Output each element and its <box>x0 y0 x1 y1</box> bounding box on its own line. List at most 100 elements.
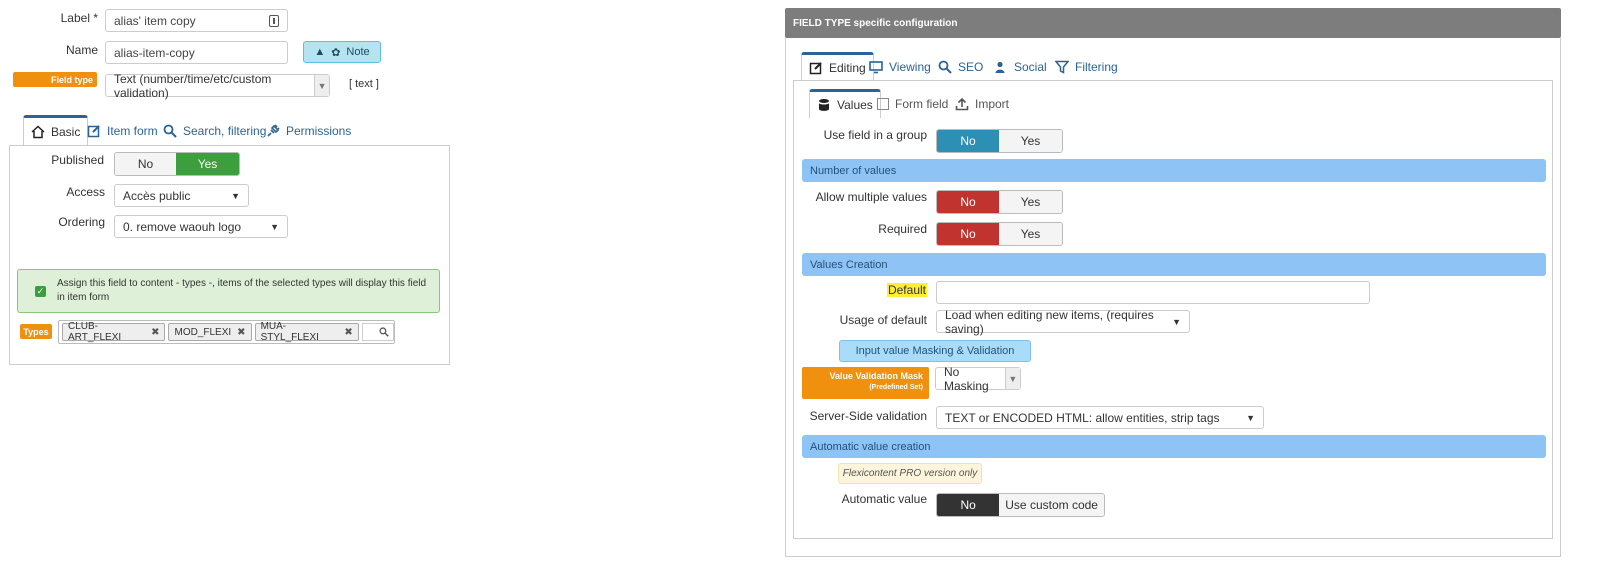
required-label: Required <box>878 222 927 236</box>
chevron-down-icon: ▼ <box>1246 412 1255 423</box>
validation-mask-title: Value Validation Mask <box>829 371 923 381</box>
types-search-box[interactable] <box>361 323 394 341</box>
default-input[interactable] <box>936 281 1370 304</box>
subtab-values[interactable]: Values <box>809 89 881 118</box>
published-toggle[interactable]: No Yes <box>114 152 240 176</box>
default-label-wrap: Default <box>800 283 927 297</box>
published-label: Published <box>51 153 104 167</box>
access-value: Accès public <box>123 188 191 203</box>
chevron-down-icon[interactable]: ▼ <box>314 75 329 96</box>
field-type-select[interactable]: Text (number/time/etc/custom validation)… <box>105 71 330 100</box>
field-type-config-header: FIELD TYPE specific configuration <box>785 8 1561 38</box>
name-input-value: alias-item-copy <box>114 45 195 60</box>
type-chip-label: MUA-STYL_FLEXI <box>260 321 319 343</box>
type-chip-label: CLUB-ART_FLEXI <box>68 321 122 343</box>
use-group-toggle[interactable]: No Yes <box>936 129 1063 153</box>
pro-version-note: Flexicontent PRO version only <box>838 463 982 484</box>
chevron-down-icon[interactable]: ▼ <box>1004 368 1020 389</box>
tab-permissions-label: Permissions <box>286 124 352 138</box>
types-multiselect[interactable]: CLUB-ART_FLEXI ✖ MOD_FLEXI ✖ MUA-STYL_FLEX… <box>58 320 395 344</box>
remove-icon[interactable]: ✖ <box>151 327 159 338</box>
tab-editing[interactable]: Editing <box>801 52 874 81</box>
published-no-option[interactable]: No <box>115 153 177 175</box>
tab-search-filtering[interactable]: Search, filtering <box>163 122 266 140</box>
checkbox-icon <box>877 98 889 110</box>
ordering-label: Ordering <box>58 215 105 229</box>
use-group-yes-option[interactable]: Yes <box>999 130 1062 152</box>
required-yes-option[interactable]: Yes <box>999 223 1062 245</box>
tab-search-filtering-label: Search, filtering <box>183 124 267 138</box>
label-field-label: Label * <box>60 11 98 25</box>
subtab-import[interactable]: Import <box>955 95 1009 113</box>
allow-multiple-label: Allow multiple values <box>815 190 927 204</box>
subtab-values-label: Values <box>837 98 873 112</box>
automatic-value-no-option[interactable]: No <box>937 494 1000 516</box>
assign-checkbox[interactable]: ✓ <box>35 286 46 297</box>
monitor-icon <box>869 61 883 74</box>
access-select[interactable]: Accès public ▼ <box>114 184 249 207</box>
tab-basic[interactable]: Basic <box>23 115 89 146</box>
type-chip: CLUB-ART_FLEXI ✖ <box>62 321 166 343</box>
required-no-option[interactable]: No <box>937 223 1000 245</box>
allow-multiple-toggle[interactable]: No Yes <box>936 190 1063 214</box>
edit-icon <box>87 125 100 138</box>
validation-mask-badge: Value Validation Mask (Predefined Set) <box>802 367 929 399</box>
tab-seo-label: SEO <box>958 60 984 74</box>
access-label: Access <box>66 185 105 199</box>
tab-viewing[interactable]: Viewing <box>869 58 931 76</box>
types-badge: Types <box>20 324 52 339</box>
masking-validation-button[interactable]: Input value Masking & Validation <box>839 340 1031 362</box>
field-type-value: Text (number/time/etc/custom validation) <box>114 71 272 100</box>
tab-permissions[interactable]: Permissions <box>266 122 351 140</box>
validation-mask-select[interactable]: No Masking ▼ <box>935 364 1021 393</box>
use-group-no-option[interactable]: No <box>937 130 1000 152</box>
required-toggle[interactable]: No Yes <box>936 222 1063 246</box>
server-validation-value: TEXT or ENCODED HTML: allow entities, st… <box>945 410 1220 425</box>
tab-item-form[interactable]: Item form <box>87 122 158 140</box>
section-values-creation: Values Creation <box>802 253 1546 276</box>
tab-social-label: Social <box>1014 60 1047 74</box>
automatic-value-toggle[interactable]: No Use custom code <box>936 493 1105 517</box>
ordering-select[interactable]: 0. remove waouh logo ▼ <box>114 215 288 238</box>
note-button-label: Note <box>346 46 370 58</box>
label-input-value: alias' item copy <box>114 13 196 28</box>
allow-multiple-no-option[interactable]: No <box>937 191 1000 213</box>
validation-mask-value: No Masking <box>944 364 989 393</box>
tab-seo[interactable]: SEO <box>938 58 983 76</box>
published-yes-option[interactable]: Yes <box>176 153 239 175</box>
default-label: Default <box>886 283 927 297</box>
contacts-icon[interactable] <box>269 14 279 27</box>
automatic-value-custom-option[interactable]: Use custom code <box>999 494 1104 516</box>
chevron-down-icon: ▼ <box>270 221 279 232</box>
allow-multiple-yes-option[interactable]: Yes <box>999 191 1062 213</box>
remove-icon[interactable]: ✖ <box>344 327 352 338</box>
home-icon <box>31 125 45 139</box>
tab-editing-label: Editing <box>829 61 866 75</box>
label-input[interactable]: alias' item copy <box>105 9 288 32</box>
note-button[interactable]: ▲ ✿ Note <box>303 41 381 63</box>
validation-mask-subtitle: (Predefined Set) <box>869 384 923 391</box>
remove-icon[interactable]: ✖ <box>237 327 245 338</box>
tab-filtering[interactable]: Filtering <box>1055 58 1118 76</box>
gear-icon: ✿ <box>331 46 341 59</box>
plug-icon <box>267 124 280 137</box>
search-icon <box>938 60 952 74</box>
tab-social[interactable]: Social <box>994 58 1047 76</box>
search-icon <box>163 124 177 138</box>
usage-default-select[interactable]: Load when editing new items, (requires s… <box>936 307 1190 336</box>
usage-default-label: Usage of default <box>839 313 927 327</box>
warning-icon: ▲ <box>314 46 326 58</box>
usage-default-value: Load when editing new items, (requires s… <box>945 307 1154 336</box>
chevron-down-icon: ▼ <box>1172 316 1181 327</box>
edit-icon <box>809 62 822 75</box>
database-icon <box>819 99 829 111</box>
tab-basic-label: Basic <box>51 125 81 139</box>
type-chip: MOD_FLEXI ✖ <box>168 323 252 341</box>
name-input[interactable]: alias-item-copy <box>105 41 288 64</box>
search-icon <box>379 327 389 337</box>
subtab-form-field[interactable]: Form field <box>877 95 948 113</box>
users-icon <box>995 61 1005 73</box>
server-validation-select[interactable]: TEXT or ENCODED HTML: allow entities, st… <box>936 406 1264 429</box>
assign-notice-line2: in item form <box>57 292 110 303</box>
type-chip: MUA-STYL_FLEXI ✖ <box>254 321 359 343</box>
